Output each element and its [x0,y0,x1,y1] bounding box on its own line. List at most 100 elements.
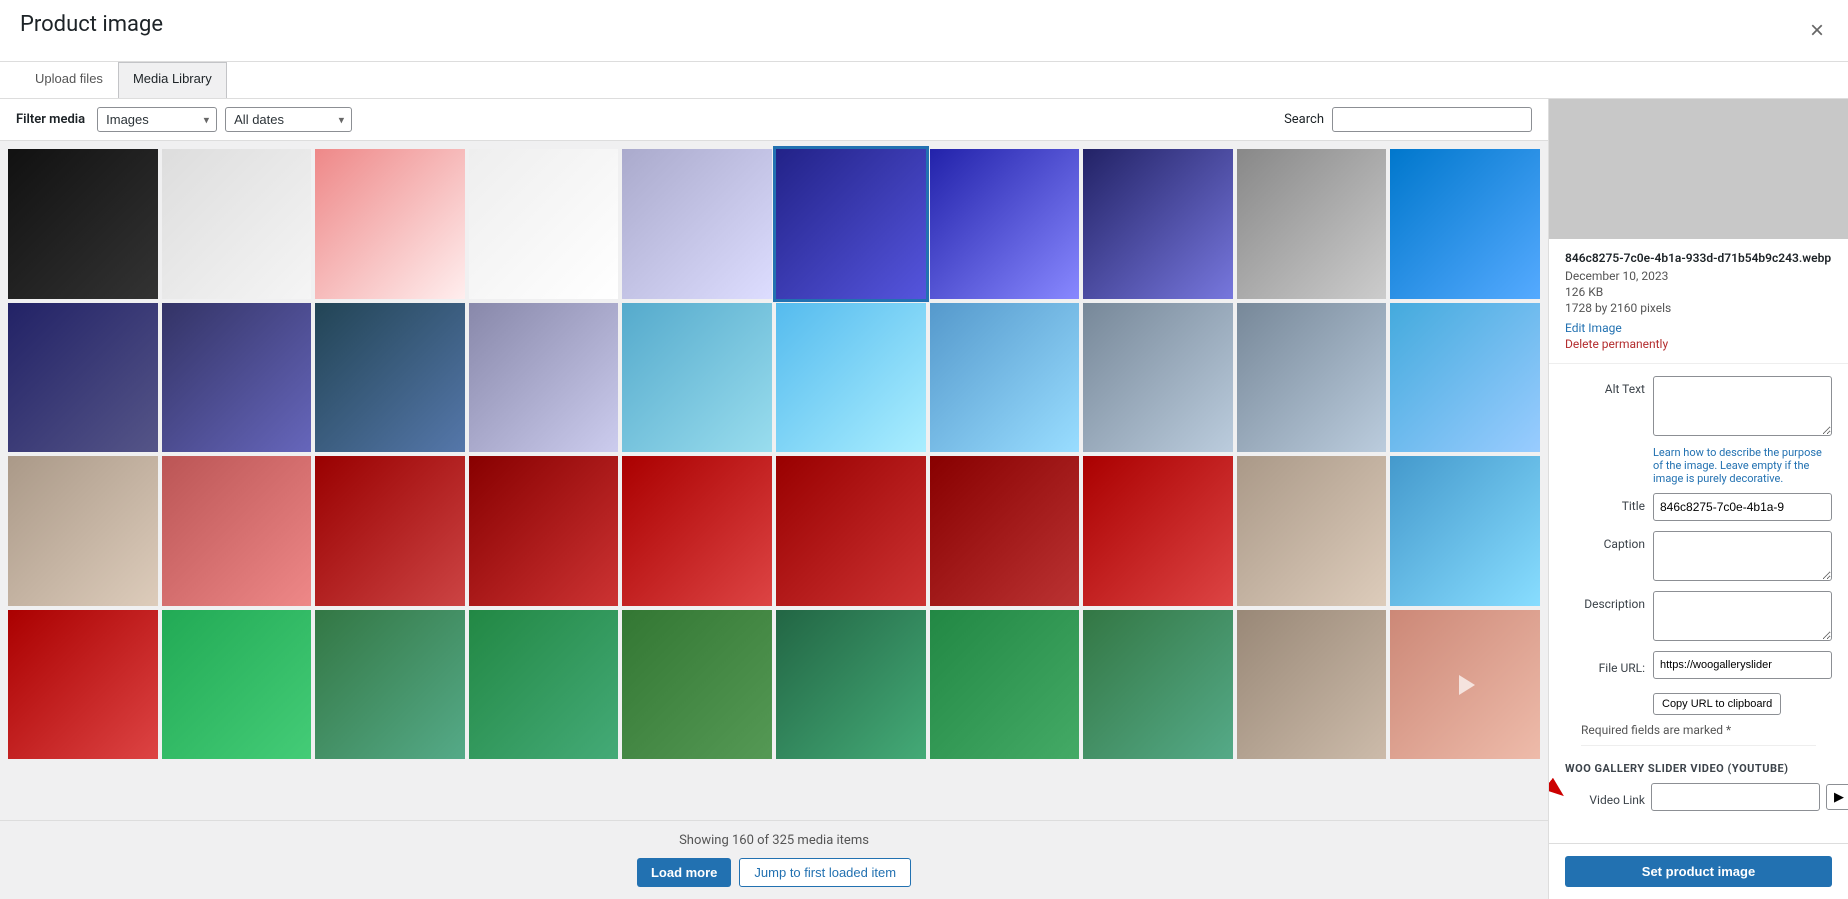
media-item[interactable] [469,149,619,299]
sidebar-info: 846c8275-7c0e-4b1a-933d-d71b54b9c243.web… [1549,239,1848,364]
media-item[interactable] [776,610,926,760]
media-item[interactable] [776,456,926,606]
delete-link[interactable]: Delete permanently [1565,337,1832,351]
alt-text-help: Learn how to describe the purpose of the… [1653,446,1832,485]
copy-url-button[interactable]: Copy URL to clipboard [1653,693,1781,715]
caption-label: Caption [1565,531,1645,551]
modal-overlay: Product image × Upload files Media Libra… [0,0,1848,899]
media-item[interactable] [1390,610,1540,760]
edit-image-link[interactable]: Edit Image [1565,321,1832,335]
description-row: Description [1565,591,1832,641]
copy-url-container: Copy URL to clipboard [1653,689,1832,715]
media-footer: Showing 160 of 325 media items Load more… [0,820,1548,899]
media-item[interactable] [8,456,158,606]
video-link-label: Video Link [1565,787,1645,807]
file-url-input[interactable] [1653,651,1832,679]
media-item[interactable] [162,303,312,453]
media-item[interactable] [315,456,465,606]
media-item[interactable] [1083,610,1233,760]
youtube-title: WOO GALLERY SLIDER VIDEO (YOUTUBE) [1565,762,1816,775]
media-item[interactable] [622,456,772,606]
media-item[interactable] [1083,149,1233,299]
description-label: Description [1565,591,1645,611]
search-input[interactable] [1332,107,1532,132]
media-item[interactable] [776,303,926,453]
sidebar-preview [1549,99,1848,239]
media-item[interactable] [1390,456,1540,606]
video-link-row: Video Link ▶ [1565,783,1816,811]
media-item[interactable] [1237,149,1387,299]
media-item[interactable] [1390,303,1540,453]
caption-row: Caption [1565,531,1832,581]
set-product-container: Set product image [1549,843,1848,899]
media-item[interactable] [1237,610,1387,760]
media-item[interactable] [1083,456,1233,606]
media-grid [8,149,1540,759]
media-item[interactable] [162,610,312,760]
date-filter-select[interactable]: All dates December 2023 November 2023 [225,107,352,132]
media-item[interactable] [776,149,926,299]
media-item[interactable] [930,610,1080,760]
tab-upload[interactable]: Upload files [20,62,118,98]
close-button[interactable]: × [1806,19,1828,43]
media-area: Filter media Images Audio Video All date… [0,99,1548,899]
tab-media-library[interactable]: Media Library [118,62,227,98]
search-label: Search [1284,112,1324,127]
video-link-input[interactable] [1651,783,1820,811]
jump-first-button[interactable]: Jump to first loaded item [739,858,911,887]
media-item[interactable] [469,456,619,606]
media-item[interactable] [8,149,158,299]
file-url-row: File URL: [1565,651,1832,679]
media-item[interactable] [1237,303,1387,453]
media-item[interactable] [315,303,465,453]
alt-text-row: Alt Text [1565,376,1832,436]
media-item[interactable] [930,456,1080,606]
alt-text-input[interactable] [1653,376,1832,436]
media-item[interactable] [8,610,158,760]
media-item[interactable] [930,149,1080,299]
title-input[interactable] [1653,493,1832,521]
title-row: Title [1565,493,1832,521]
red-arrow-indicator [1548,773,1565,813]
caption-input[interactable] [1653,531,1832,581]
media-item[interactable] [469,303,619,453]
sidebar-fields: Alt Text Learn how to describe the purpo… [1549,364,1848,843]
media-item[interactable] [1390,149,1540,299]
media-item[interactable] [469,610,619,760]
tabs-row: Upload files Media Library [0,62,1848,99]
media-item[interactable] [8,303,158,453]
media-item[interactable] [622,610,772,760]
media-item[interactable] [1237,456,1387,606]
showing-count: Showing 160 of 325 media items [12,833,1536,848]
media-item[interactable] [930,303,1080,453]
title-label: Title [1565,493,1645,513]
media-grid-container[interactable] [0,141,1548,820]
media-item[interactable] [622,303,772,453]
modal-body: Filter media Images Audio Video All date… [0,99,1848,899]
media-item[interactable] [622,149,772,299]
modal-title: Product image [20,12,163,49]
type-filter-select[interactable]: Images Audio Video [97,107,217,132]
type-filter-wrapper: Images Audio Video [97,107,217,132]
load-more-button[interactable]: Load more [637,858,731,887]
file-name: 846c8275-7c0e-4b1a-933d-d71b54b9c243.web… [1565,251,1832,265]
required-note: Required fields are marked * [1581,723,1816,746]
media-item[interactable] [1083,303,1233,453]
alt-text-label: Alt Text [1565,376,1645,396]
date-filter-wrapper: All dates December 2023 November 2023 [225,107,352,132]
video-link-icon-button[interactable]: ▶ [1826,784,1848,810]
description-input[interactable] [1653,591,1832,641]
filter-bar: Filter media Images Audio Video All date… [0,99,1548,141]
file-url-label: File URL: [1565,655,1645,675]
media-item[interactable] [162,149,312,299]
file-size: 126 KB [1565,285,1832,299]
media-item[interactable] [315,149,465,299]
modal-header: Product image × [0,0,1848,62]
footer-buttons: Load more Jump to first loaded item [12,858,1536,887]
set-product-image-button[interactable]: Set product image [1565,856,1832,887]
youtube-section: WOO GALLERY SLIDER VIDEO (YOUTUBE) [1565,754,1832,819]
file-dimensions: 1728 by 2160 pixels [1565,301,1832,315]
media-item[interactable] [315,610,465,760]
search-area: Search [1284,107,1532,132]
media-item[interactable] [162,456,312,606]
